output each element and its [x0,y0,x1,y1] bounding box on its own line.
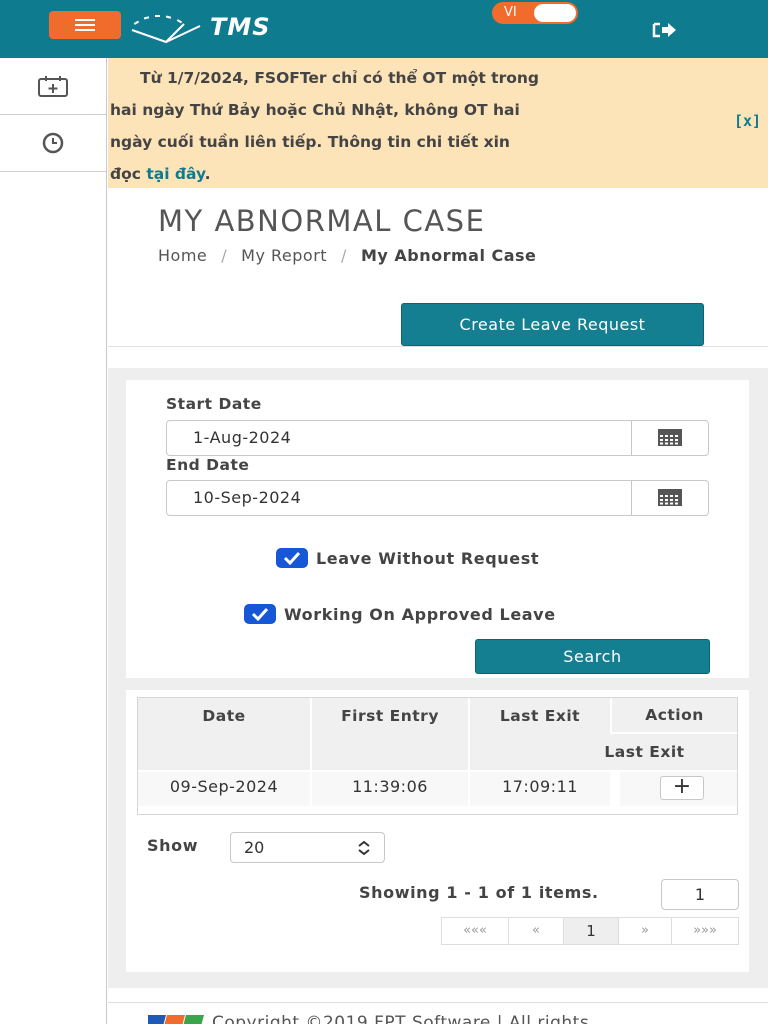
prev-page-button[interactable]: « [508,917,564,945]
sidebar-item-leave[interactable] [0,58,106,115]
divider [108,346,768,347]
start-date-calendar-button[interactable] [631,421,708,455]
working-on-approved-leave-checkbox[interactable]: Working On Approved Leave [244,604,556,624]
notice-line: đọc [110,165,147,183]
breadcrumb-separator: / [341,246,347,265]
column-header-date: Date [138,698,310,770]
page-number-input[interactable]: 1 [661,879,739,910]
app-name: TMS [210,13,271,41]
fpt-software-logo-icon [148,1015,204,1024]
ot-notice-banner: Từ 1/7/2024, FSOFTer chỉ có thể OT một t… [108,58,768,188]
table-cell-last-exit: 17:09:11 [470,772,610,806]
next-page-button[interactable]: » [618,917,672,945]
leave-without-request-checkbox[interactable]: Leave Without Request [276,548,539,568]
page-title: MY ABNORMAL CASE [158,204,486,238]
notice-link[interactable]: tại đây [146,165,204,183]
start-date-field[interactable]: 1-Aug-2024 [166,420,709,456]
column-subheader-last-exit: Last Exit [552,734,737,770]
menu-toggle-button[interactable] [49,11,121,39]
language-toggle[interactable]: VI [492,2,578,24]
start-date-value: 1-Aug-2024 [193,428,292,447]
breadcrumb: Home / My Report / My Abnormal Case [158,246,536,265]
expand-row-button[interactable]: + [660,776,704,800]
table-cell-date: 09-Sep-2024 [138,772,310,806]
footer: Copyright ©2019 FPT Software | All right… [108,1002,768,1024]
current-page[interactable]: 1 [563,917,619,945]
logout-icon[interactable] [652,20,678,40]
calendar-add-icon [38,76,68,97]
create-leave-request-button[interactable]: Create Leave Request [401,303,704,346]
pagination: ««« « 1 » »»» [441,917,739,945]
page-size-select[interactable]: 20 [230,832,385,863]
first-page-button[interactable]: ««« [441,917,509,945]
breadcrumb-current: My Abnormal Case [360,246,537,265]
notice-line: ngày cuối tuần liên tiếp. Thông tin chi … [110,133,510,151]
notice-close-button[interactable]: [x] [734,112,761,130]
language-label: VI [504,5,517,20]
checkbox-checked-icon [244,604,276,624]
calendar-icon [658,429,682,446]
calendar-icon [658,489,682,506]
end-date-label: End Date [166,456,250,474]
checkbox-checked-icon [276,548,308,568]
notice-line: hai ngày Thứ Bảy hoặc Chủ Nhật, không OT… [110,101,520,119]
top-bar: TMS VI [0,0,768,58]
column-header-first-entry: First Entry [312,698,468,770]
notice-line: Từ 1/7/2024, FSOFTer chỉ có thể OT một t… [140,69,540,87]
end-date-field[interactable]: 10-Sep-2024 [166,480,709,516]
search-button[interactable]: Search [475,639,710,674]
end-date-calendar-button[interactable] [631,481,708,515]
sidebar-item-timesheet[interactable] [0,115,106,172]
breadcrumb-separator: / [221,246,228,265]
checkbox-label: Working On Approved Leave [284,604,556,624]
table-cell-first-entry: 11:39:06 [312,772,468,806]
sort-arrows-icon [358,840,370,856]
column-header-action: Action [612,698,737,732]
hamburger-icon [75,24,95,26]
showing-count: Showing 1 - 1 of 1 items. [359,883,599,902]
breadcrumb-my-report[interactable]: My Report [241,246,327,265]
toggle-knob [534,4,576,22]
last-page-button[interactable]: »»» [671,917,739,945]
sidebar [0,58,107,1024]
copyright-text: Copyright ©2019 FPT Software | All right… [212,1013,590,1024]
end-date-value: 10-Sep-2024 [193,488,302,507]
start-date-label: Start Date [166,395,262,413]
show-label: Show [147,836,199,855]
notice-line: . [204,165,211,183]
page-size-value: 20 [244,838,265,857]
checkbox-label: Leave Without Request [316,548,540,568]
breadcrumb-home[interactable]: Home [158,246,207,265]
clock-icon [42,132,64,154]
